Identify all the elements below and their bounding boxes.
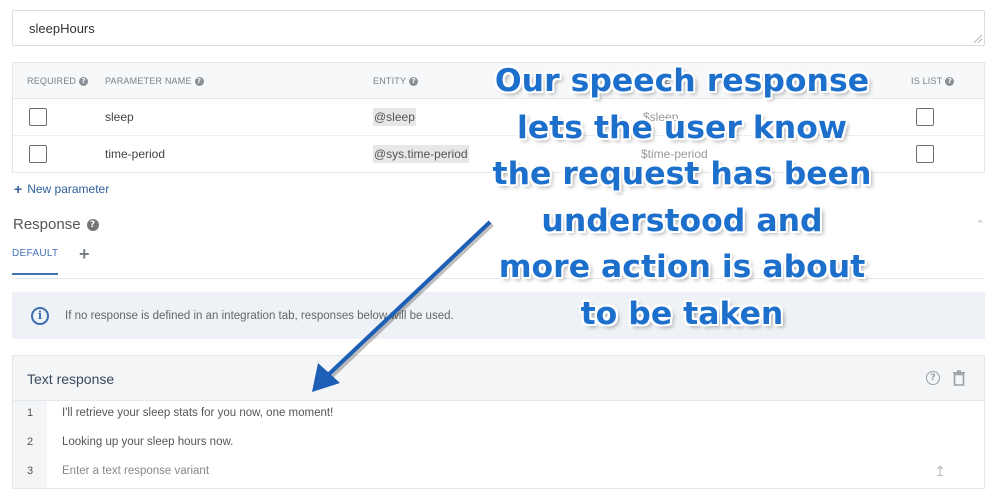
help-icon[interactable]: ? [926, 371, 940, 385]
text-response-new-row[interactable]: 3 Enter a text response variant ↥ [13, 459, 984, 488]
response-text[interactable]: I'll retrieve your sleep stats for you n… [62, 407, 333, 419]
trash-icon[interactable] [952, 370, 966, 386]
callout-line: more action is about [498, 249, 866, 285]
callout-line: lets the user know [517, 109, 847, 146]
header-required: REQUIRED ? [27, 76, 89, 86]
text-response-row[interactable]: 1 I'll retrieve your sleep stats for you… [13, 401, 984, 430]
info-icon: i [31, 306, 49, 325]
new-parameter-label: New parameter [27, 182, 110, 196]
entity-cell[interactable]: @sleep [373, 108, 416, 126]
callout-annotation: Our speech response lets the user know t… [462, 58, 902, 337]
entity-cell[interactable]: @sys.time-period [373, 145, 469, 163]
help-icon[interactable]: ? [194, 76, 204, 86]
parameter-name-cell[interactable]: sleep [105, 110, 134, 124]
action-name-field[interactable] [12, 10, 985, 46]
header-entity: ENTITY ? [373, 76, 419, 86]
text-response-card: Text response ? 1 I'll retrieve your sle… [12, 355, 985, 489]
action-name-input[interactable] [13, 11, 984, 45]
header-name-label: PARAMETER NAME [105, 76, 192, 86]
is-list-checkbox[interactable] [916, 108, 934, 126]
help-icon[interactable]: ? [79, 76, 89, 86]
plus-icon: + [14, 181, 23, 197]
resize-grip-icon[interactable] [974, 35, 982, 43]
header-is-list: IS LIST ? [911, 76, 955, 86]
callout-line: to be taken [580, 295, 784, 332]
help-icon[interactable]: ? [409, 76, 419, 86]
text-response-row[interactable]: 2 Looking up your sleep hours now. [13, 430, 984, 459]
row-number: 3 [13, 459, 47, 488]
new-response-input[interactable]: Enter a text response variant [62, 465, 209, 477]
callout-line: the request has been [492, 156, 872, 192]
callout-line: understood and [541, 202, 823, 239]
response-text[interactable]: Looking up your sleep hours now. [62, 436, 233, 448]
row-number: 1 [13, 401, 47, 430]
header-required-label: REQUIRED [27, 76, 77, 86]
is-list-checkbox[interactable] [916, 145, 934, 163]
callout-line: Our speech response [494, 63, 870, 99]
chevron-up-icon[interactable]: ⌃ [976, 218, 985, 231]
new-parameter-link[interactable]: + New parameter [14, 181, 109, 197]
info-text: If no response is defined in an integrat… [65, 309, 454, 322]
required-checkbox[interactable] [29, 108, 47, 126]
text-response-title: Text response [27, 371, 115, 387]
help-icon[interactable]: ? [945, 76, 955, 86]
header-entity-label: ENTITY [373, 76, 407, 86]
help-icon[interactable]: ? [86, 218, 99, 231]
parameter-name-cell[interactable]: time-period [105, 147, 165, 161]
row-number: 2 [13, 430, 47, 459]
add-tab-button[interactable]: + [79, 244, 90, 265]
response-section-title: Response ? [13, 216, 99, 233]
response-title-label: Response [13, 216, 81, 233]
tab-default[interactable]: DEFAULT [12, 248, 59, 275]
header-parameter-name: PARAMETER NAME ? [105, 76, 204, 86]
text-response-header: Text response ? [13, 356, 984, 401]
drag-handle-icon[interactable]: ↥ [934, 464, 946, 480]
header-is-list-label: IS LIST [911, 76, 943, 86]
required-checkbox[interactable] [29, 145, 47, 163]
